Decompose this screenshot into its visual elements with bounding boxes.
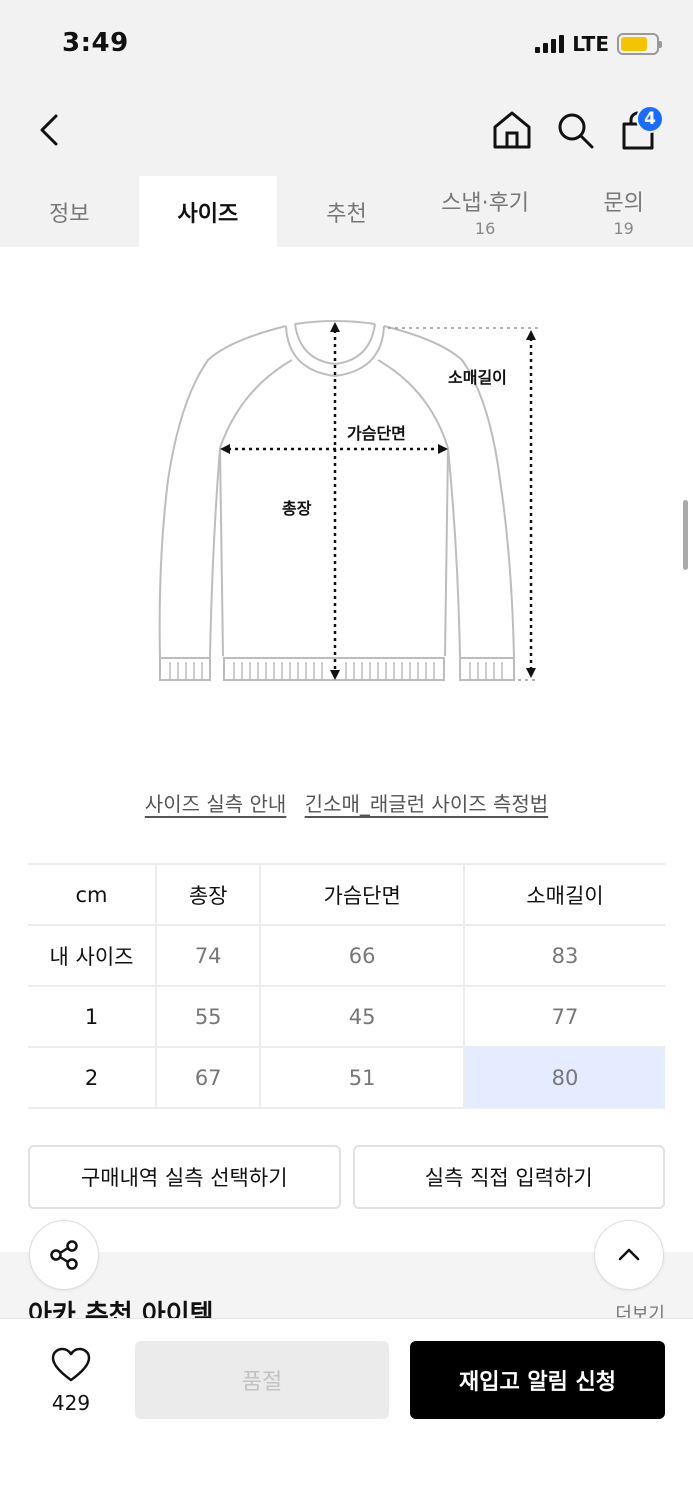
tab-size[interactable]: 사이즈 <box>138 176 278 247</box>
bottom-purchase-bar: 429 품절 재입고 알림 신청 <box>0 1318 693 1500</box>
tab-label: 정보 <box>49 201 90 227</box>
table-cell: 66 <box>259 925 464 987</box>
chevron-up-icon <box>618 1248 640 1261</box>
select-from-purchases-button[interactable]: 구매내역 실측 선택하기 <box>28 1145 341 1209</box>
table-cell: 51 <box>259 1047 464 1109</box>
size-guide-links: 사이즈 실측 안내 긴소매_래글런 사이즈 측정법 <box>0 788 693 817</box>
product-tabs: 정보 사이즈 추천 스냅·후기 16 문의 19 <box>0 176 693 247</box>
home-button[interactable] <box>490 108 534 152</box>
network-label: LTE <box>572 32 609 56</box>
home-icon <box>493 111 531 149</box>
size-table: cm 총장 가슴단면 소매길이 내 사이즈 74 66 83 1 55 45 7… <box>28 863 665 1109</box>
raglan-measure-method-link[interactable]: 긴소매_래글런 사이즈 측정법 <box>305 792 549 816</box>
tab-snap-review[interactable]: 스냅·후기 16 <box>416 176 555 247</box>
soldout-button[interactable]: 품절 <box>135 1341 389 1419</box>
back-button[interactable] <box>30 108 74 152</box>
restock-alert-button[interactable]: 재입고 알림 신청 <box>410 1341 665 1419</box>
tab-label: 사이즈 <box>177 201 239 227</box>
direct-input-button[interactable]: 실측 직접 입력하기 <box>352 1145 665 1209</box>
search-button[interactable] <box>553 108 597 152</box>
tab-label: 스냅·후기 <box>441 191 530 216</box>
recommend-section: 아카 추천 아이템 더보기 <box>0 1252 693 1322</box>
table-header-cell: 소매길이 <box>462 863 665 926</box>
table-cell: 74 <box>154 925 261 987</box>
table-header-cell: cm <box>28 863 156 926</box>
measurement-actions: 구매내역 실측 선택하기 실측 직접 입력하기 <box>28 1145 665 1209</box>
total-length-label: 총장 <box>282 499 312 518</box>
table-cell: 77 <box>462 986 665 1048</box>
table-cell: 67 <box>154 1047 261 1109</box>
like-count: 429 <box>51 1391 91 1415</box>
table-cell: 1 <box>28 986 156 1048</box>
tab-label: 문의 <box>603 191 644 216</box>
signal-icon <box>535 35 565 53</box>
tab-label: 추천 <box>326 201 367 227</box>
tab-count: 16 <box>474 219 496 238</box>
table-header-cell: 가슴단면 <box>259 863 464 926</box>
cart-count-badge: 4 <box>636 105 664 133</box>
size-measure-guide-link[interactable]: 사이즈 실측 안내 <box>145 792 287 816</box>
battery-icon <box>617 33 662 55</box>
table-cell: 2 <box>28 1047 156 1109</box>
search-icon <box>558 113 594 149</box>
nav-bar: 4 <box>0 90 693 176</box>
table-cell: 내 사이즈 <box>28 925 156 987</box>
size-diagram: 소매길이 가슴단면 총장 <box>140 300 560 700</box>
share-icon <box>50 1240 78 1270</box>
table-cell: 45 <box>259 986 464 1048</box>
chevron-left-icon <box>40 114 58 146</box>
status-indicators: LTE <box>535 32 662 56</box>
scroll-to-top-button[interactable] <box>594 1220 664 1290</box>
table-header-cell: 총장 <box>154 863 261 926</box>
table-row[interactable]: 1 55 45 77 <box>28 986 665 1048</box>
tab-recommend[interactable]: 추천 <box>277 176 416 247</box>
tab-info[interactable]: 정보 <box>0 176 139 247</box>
heart-icon <box>51 1347 91 1382</box>
sleeve-length-label: 소매길이 <box>448 368 507 387</box>
raglan-sweater-illustration <box>158 320 538 681</box>
table-row[interactable]: 내 사이즈 74 66 83 <box>28 925 665 987</box>
status-bar: 3:49 LTE <box>0 0 693 90</box>
table-header-row: cm 총장 가슴단면 소매길이 <box>28 863 665 926</box>
table-cell-highlighted: 80 <box>462 1047 665 1109</box>
share-button[interactable] <box>29 1220 99 1290</box>
table-cell: 83 <box>462 925 665 987</box>
like-button[interactable]: 429 <box>40 1347 102 1415</box>
tab-inquiry[interactable]: 문의 19 <box>554 176 693 247</box>
scrollbar-thumb[interactable] <box>683 500 688 570</box>
table-row[interactable]: 2 67 51 80 <box>28 1047 665 1109</box>
chest-width-label: 가슴단면 <box>347 424 406 443</box>
table-cell: 55 <box>154 986 261 1048</box>
tab-count: 19 <box>613 219 634 238</box>
status-time: 3:49 <box>62 28 129 58</box>
